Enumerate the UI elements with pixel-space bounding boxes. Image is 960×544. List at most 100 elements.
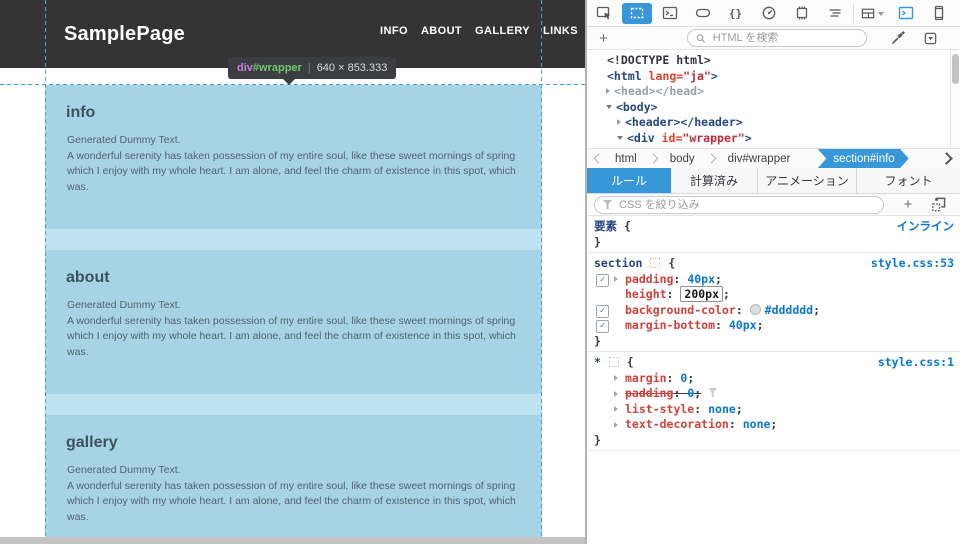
markup-line[interactable]: <!DOCTYPE html> <box>587 53 950 69</box>
tab-fonts[interactable]: フォント <box>857 168 960 193</box>
markup-line[interactable]: <body> <box>587 100 950 116</box>
split-console-icon[interactable] <box>889 0 922 26</box>
declaration-line[interactable]: padding: 0; <box>587 386 960 402</box>
tab-computed[interactable]: 計算済み <box>671 168 758 193</box>
breadcrumb-div-wrapper[interactable]: div#wrapper <box>715 153 804 165</box>
expand-twisty-icon[interactable] <box>614 406 618 412</box>
memory-tab-icon[interactable] <box>785 0 818 26</box>
twisty-closed-icon[interactable] <box>617 119 621 125</box>
stylesheet-link[interactable]: インライン <box>897 219 955 235</box>
declaration-line[interactable]: ✓padding: 40px; <box>587 272 960 288</box>
stylesheet-link[interactable]: style.css:1 <box>878 355 954 371</box>
breadcrumb-forward-icon[interactable] <box>940 152 953 165</box>
declaration-line[interactable]: height: 200px; <box>587 287 960 303</box>
rules-toolbar: + <box>587 194 960 216</box>
inspector-tab-icon[interactable] <box>620 0 653 26</box>
declaration-checkbox[interactable]: ✓ <box>596 274 609 287</box>
rule-selector-line[interactable]: style.css:1 * { <box>587 355 960 371</box>
console-tab-icon[interactable] <box>653 0 686 26</box>
rule-selector-line[interactable]: style.css:53 section { <box>587 256 960 272</box>
code-segment: { <box>661 256 675 270</box>
code-segment: ; <box>736 402 743 416</box>
markup-line[interactable]: <div id="wrapper"> <box>587 131 950 147</box>
wrapper-highlight-overlay: info Generated Dummy Text. A wonderful s… <box>45 85 542 537</box>
code-segment: ; <box>687 371 694 385</box>
twisty-open-icon[interactable] <box>606 105 612 109</box>
declaration-line[interactable]: margin: 0; <box>587 371 960 387</box>
toolbox-dock-icon[interactable] <box>856 0 889 26</box>
devtools-toolbar: {} <box>587 0 960 27</box>
highlight-guide-left <box>45 0 46 537</box>
debugger-tab-icon[interactable] <box>686 0 719 26</box>
markup-line[interactable]: <header></header> <box>587 115 950 131</box>
code-segment: : <box>667 287 681 301</box>
responsive-design-mode-icon[interactable] <box>922 0 955 26</box>
declaration-checkbox[interactable]: ✓ <box>596 320 609 333</box>
breadcrumb: html body div#wrapper section#info <box>587 148 960 168</box>
twisty-closed-icon[interactable] <box>606 88 610 94</box>
rule-badge-icon[interactable] <box>914 25 947 51</box>
inspector-searchbar: + <box>587 27 960 50</box>
breadcrumb-section-info-selected[interactable]: section#info <box>817 149 908 169</box>
code-segment: { <box>620 355 634 369</box>
breadcrumb-html[interactable]: html <box>602 153 650 165</box>
declaration-line[interactable]: list-style: none; <box>587 402 960 418</box>
performance-tab-icon[interactable] <box>752 0 785 26</box>
declaration-line[interactable]: ✓background-color: #dddddd; <box>587 303 960 319</box>
stylesheet-link[interactable]: style.css:53 <box>871 256 954 272</box>
pseudo-class-panel-icon[interactable] <box>923 192 953 218</box>
breadcrumb-body[interactable]: body <box>657 153 708 165</box>
code-segment: ; <box>715 272 722 286</box>
twisty-open-icon[interactable] <box>617 136 623 140</box>
browser-viewport: SamplePage INFO ABOUT GALLERY LINKS info… <box>0 0 585 544</box>
markup-line[interactable]: <html lang="ja"> <box>587 69 950 85</box>
code-segment: ; <box>813 303 820 317</box>
add-node-icon[interactable]: + <box>587 25 620 51</box>
code-segment: id= <box>662 131 683 145</box>
code-segment: text-decoration <box>625 417 729 431</box>
markup-line[interactable]: <head></head> <box>587 84 950 100</box>
expand-twisty-icon[interactable] <box>614 375 618 381</box>
section-text: A wonderful serenity has taken possessio… <box>67 314 525 361</box>
expand-twisty-icon[interactable] <box>614 276 618 282</box>
nav-link-links[interactable]: LINKS <box>543 25 578 37</box>
rule-close-brace: } <box>587 433 960 449</box>
code-segment: lang= <box>649 69 684 83</box>
nav-link-about[interactable]: ABOUT <box>421 25 462 37</box>
element-picker-icon[interactable] <box>587 0 620 26</box>
expand-twisty-icon[interactable] <box>614 422 618 428</box>
rule-selector-line[interactable]: インライン要素 { <box>587 219 960 235</box>
css-filter-box[interactable] <box>594 196 884 214</box>
declaration-line[interactable]: text-decoration: none; <box>587 417 960 433</box>
html-search-input[interactable] <box>711 31 858 45</box>
network-tab-icon[interactable] <box>818 0 851 26</box>
markup-view: <!DOCTYPE html> <html lang="ja"><head></h… <box>587 50 950 148</box>
declaration-line[interactable]: ✓margin-bottom: 40px; <box>587 318 960 334</box>
add-rule-icon[interactable]: + <box>893 192 923 218</box>
expand-twisty-icon[interactable] <box>614 391 618 397</box>
nav-link-info[interactable]: INFO <box>380 25 408 37</box>
style-editor-tab-icon[interactable]: {} <box>719 0 752 26</box>
html-search-box[interactable] <box>687 29 867 47</box>
code-segment: height <box>625 287 667 301</box>
code-segment: <!DOCTYPE html> <box>607 53 711 67</box>
markup-scrollbar[interactable] <box>950 50 960 148</box>
css-filter-input[interactable] <box>617 198 875 212</box>
swatch-icon <box>750 304 761 315</box>
declaration-checkbox[interactable]: ✓ <box>596 305 609 318</box>
rule-close-brace: } <box>587 235 960 251</box>
section-text: Generated Dummy Text. <box>67 298 520 314</box>
tab-animations[interactable]: アニメーション <box>758 168 857 193</box>
code-segment: <head></head> <box>614 84 704 98</box>
scrollbar-thumb[interactable] <box>952 54 959 84</box>
tab-rules[interactable]: ルール <box>587 168 671 193</box>
tooltip-separator: | <box>308 62 311 74</box>
code-segment: : <box>673 272 687 286</box>
code-segment: * <box>594 355 608 369</box>
nav-link-gallery[interactable]: GALLERY <box>475 25 530 37</box>
tooltip-caret-icon <box>283 79 295 85</box>
code-segment: ; <box>694 386 701 400</box>
code-segment: section <box>594 256 649 270</box>
rules-view: インライン要素 {}style.css:53section {✓padding:… <box>587 216 960 544</box>
eyedropper-icon[interactable] <box>881 25 914 51</box>
